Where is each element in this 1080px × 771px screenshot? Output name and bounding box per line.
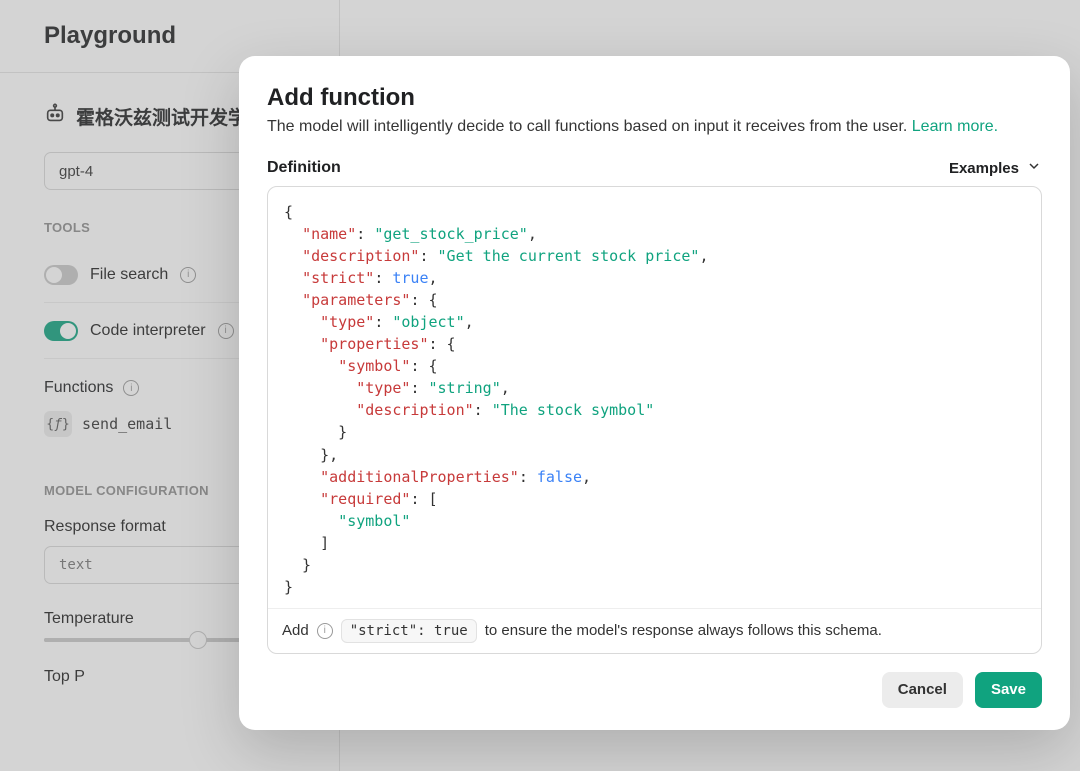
definition-code[interactable]: { "name": "get_stock_price", "descriptio… <box>268 187 1041 608</box>
examples-dropdown[interactable]: Examples <box>949 158 1042 178</box>
strict-prefix: Add <box>282 622 309 639</box>
info-icon[interactable]: i <box>317 623 333 639</box>
modal-title: Add function <box>267 84 1042 112</box>
save-button[interactable]: Save <box>975 672 1042 708</box>
chevron-down-icon <box>1026 158 1042 178</box>
cancel-button[interactable]: Cancel <box>882 672 963 708</box>
modal-subtitle-text: The model will intelligently decide to c… <box>267 118 912 135</box>
definition-editor[interactable]: { "name": "get_stock_price", "descriptio… <box>267 186 1042 654</box>
modal-subtitle: The model will intelligently decide to c… <box>267 118 1042 136</box>
strict-hint: Add i "strict": true to ensure the model… <box>268 608 1041 653</box>
learn-more-link[interactable]: Learn more. <box>912 118 998 135</box>
add-function-modal: Add function The model will intelligentl… <box>239 56 1070 730</box>
strict-suffix: to ensure the model's response always fo… <box>485 622 882 639</box>
examples-label: Examples <box>949 160 1019 177</box>
strict-code-chip: "strict": true <box>341 619 477 643</box>
definition-label: Definition <box>267 159 341 177</box>
